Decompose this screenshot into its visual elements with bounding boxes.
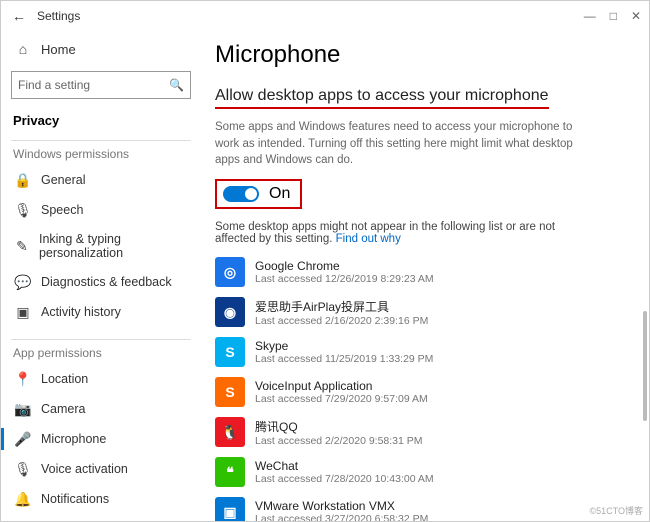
search-icon: 🔍 <box>169 78 184 92</box>
app-name: 爱思助手AirPlay投屏工具 <box>255 298 428 315</box>
sidebar-item-label: Camera <box>41 402 85 416</box>
app-icon: ❝ <box>215 457 245 487</box>
divider <box>11 339 191 340</box>
close-icon[interactable]: ✕ <box>631 9 641 23</box>
app-icon: 🐧 <box>215 417 245 447</box>
nav-icon: 🔒 <box>15 172 31 188</box>
nav-icon: 💬 <box>15 274 31 290</box>
toggle-allow-desktop-apps[interactable]: On <box>215 179 302 209</box>
sidebar-item-location[interactable]: 📍 Location <box>11 364 191 394</box>
section-heading: Allow desktop apps to access your microp… <box>215 87 549 109</box>
section-privacy: Privacy <box>13 113 191 128</box>
sidebar-item-speech[interactable]: 🎙 Speech <box>11 195 191 225</box>
app-row: S VoiceInput ApplicationLast accessed 7/2… <box>215 375 635 409</box>
nav-icon: 📷 <box>15 401 31 417</box>
nav-icon: ✎ <box>15 238 29 254</box>
back-icon[interactable]: ← <box>9 8 29 24</box>
app-name: VMware Workstation VMX <box>255 499 428 513</box>
search-input[interactable]: Find a setting 🔍 <box>11 71 191 99</box>
watermark: ©51CTO博客 <box>590 504 643 517</box>
app-name: Skype <box>255 339 433 353</box>
sidebar-item-voice-activation[interactable]: 🎙 Voice activation <box>11 454 191 484</box>
sidebar-item-camera[interactable]: 📷 Camera <box>11 394 191 424</box>
app-row: ◎ Google ChromeLast accessed 12/26/2019 8… <box>215 255 635 289</box>
page-title: Microphone <box>215 41 635 69</box>
app-icon: S <box>215 377 245 407</box>
app-row: ▣ VMware Workstation VMXLast accessed 3/2… <box>215 495 635 521</box>
app-last-accessed: Last accessed 3/27/2020 6:58:32 PM <box>255 513 428 521</box>
nav-icon: 🎤 <box>15 431 31 447</box>
app-name: Google Chrome <box>255 259 434 273</box>
app-icon: ◎ <box>215 257 245 287</box>
app-icon: ◉ <box>215 297 245 327</box>
app-last-accessed: Last accessed 7/29/2020 9:57:09 AM <box>255 393 428 405</box>
app-name: WeChat <box>255 459 434 473</box>
app-last-accessed: Last accessed 7/28/2020 10:43:00 AM <box>255 473 434 485</box>
nav-icon: ▣ <box>15 304 31 320</box>
sidebar-item-microphone[interactable]: 🎤 Microphone <box>11 424 191 454</box>
window-title: Settings <box>37 9 80 23</box>
app-name: 腾讯QQ <box>255 418 423 435</box>
sidebar-item-diagnostics-feedback[interactable]: 💬 Diagnostics & feedback <box>11 267 191 297</box>
home-icon: ⌂ <box>15 41 31 57</box>
app-row: ❝ WeChatLast accessed 7/28/2020 10:43:00 … <box>215 455 635 489</box>
sidebar-item-label: Speech <box>41 203 83 217</box>
search-placeholder: Find a setting <box>18 78 169 92</box>
nav-icon: 🔔 <box>15 491 31 507</box>
app-row: ◉ 爱思助手AirPlay投屏工具Last accessed 2/16/2020 … <box>215 295 635 329</box>
sidebar-item-label: Location <box>41 372 88 386</box>
toggle-switch[interactable] <box>223 186 259 202</box>
nav-icon: 🎙 <box>15 461 31 477</box>
find-out-why-link[interactable]: Find out why <box>336 233 401 245</box>
app-row: S SkypeLast accessed 11/25/2019 1:33:29 P… <box>215 335 635 369</box>
app-icon: S <box>215 337 245 367</box>
app-list: ◎ Google ChromeLast accessed 12/26/2019 8… <box>215 255 635 521</box>
scrollbar[interactable] <box>643 311 647 421</box>
sidebar-item-label: Inking & typing personalization <box>39 232 187 260</box>
app-row: 🐧 腾讯QQLast accessed 2/2/2020 9:58:31 PM <box>215 415 635 449</box>
sidebar-item-inking-typing-personalization[interactable]: ✎ Inking & typing personalization <box>11 225 191 267</box>
note-text: Some desktop apps might not appear in th… <box>215 221 595 245</box>
sidebar-item-activity-history[interactable]: ▣ Activity history <box>11 297 191 327</box>
sidebar-item-label: Notifications <box>41 492 109 506</box>
app-last-accessed: Last accessed 11/25/2019 1:33:29 PM <box>255 353 433 365</box>
sidebar-item-label: General <box>41 173 85 187</box>
app-icon: ▣ <box>215 497 245 521</box>
maximize-icon[interactable]: □ <box>610 9 617 23</box>
sidebar-item-label: Activity history <box>41 305 121 319</box>
sidebar-item-general[interactable]: 🔒 General <box>11 165 191 195</box>
divider <box>11 140 191 141</box>
content-pane: Microphone Allow desktop apps to access … <box>201 31 649 521</box>
app-last-accessed: Last accessed 2/16/2020 2:39:16 PM <box>255 315 428 327</box>
home-nav[interactable]: ⌂ Home <box>11 35 191 63</box>
app-last-accessed: Last accessed 2/2/2020 9:58:31 PM <box>255 435 423 447</box>
nav-icon: 📍 <box>15 371 31 387</box>
sidebar-item-notifications[interactable]: 🔔 Notifications <box>11 484 191 514</box>
group-win-perms: Windows permissions <box>13 147 191 161</box>
minimize-icon[interactable]: — <box>584 9 596 23</box>
sidebar-item-label: Microphone <box>41 432 106 446</box>
sidebar-item-label: Voice activation <box>41 462 128 476</box>
titlebar: ← Settings — □ ✕ <box>1 1 649 31</box>
sidebar: ⌂ Home Find a setting 🔍 Privacy Windows … <box>1 31 201 521</box>
toggle-label: On <box>269 185 290 203</box>
nav-icon: 🎙 <box>15 202 31 218</box>
app-last-accessed: Last accessed 12/26/2019 8:29:23 AM <box>255 273 434 285</box>
group-app-perms: App permissions <box>13 346 191 360</box>
home-label: Home <box>41 42 76 57</box>
app-name: VoiceInput Application <box>255 379 428 393</box>
sidebar-item-label: Diagnostics & feedback <box>41 275 172 289</box>
section-description: Some apps and Windows features need to a… <box>215 119 595 169</box>
